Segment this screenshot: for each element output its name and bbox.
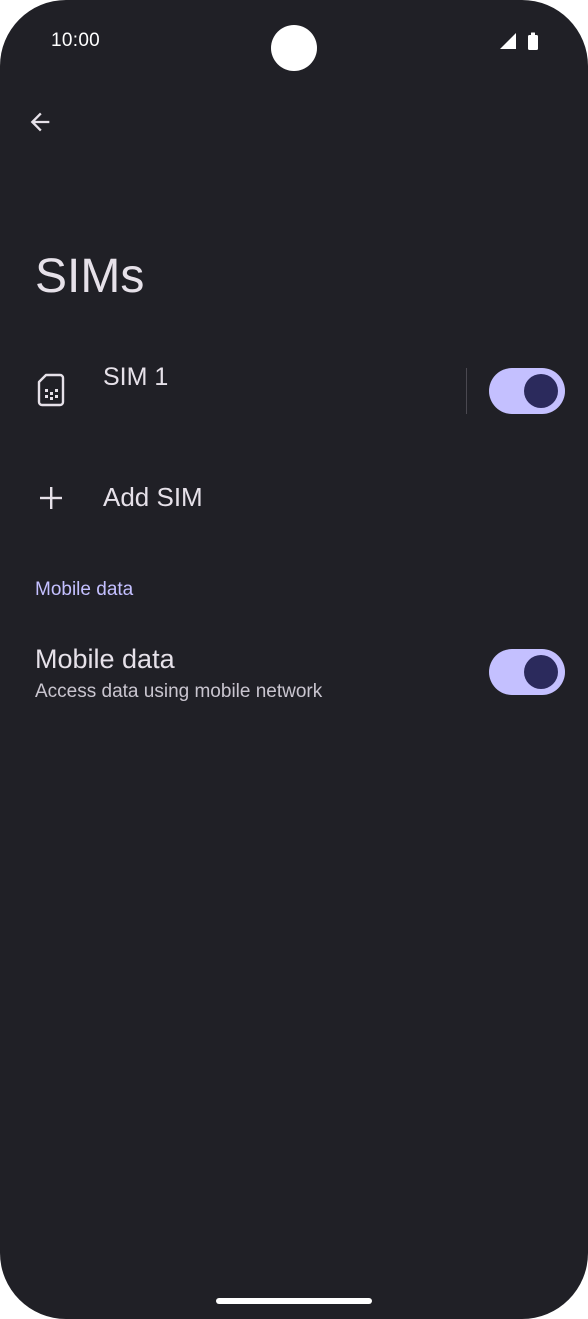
gesture-nav-handle[interactable] [216,1298,372,1304]
page-title: SIMs [35,250,145,303]
mobile-data-section-header: Mobile data [35,579,134,600]
toggle-thumb [524,655,558,689]
camera-cutout [271,25,317,71]
status-time: 10:00 [51,30,101,51]
back-button[interactable] [16,98,64,146]
toggle-thumb [524,374,558,408]
sim-list-item[interactable]: SIM 1 [0,350,588,434]
mobile-data-toggle-switch[interactable] [489,649,565,695]
sim-divider [466,368,467,414]
signal-icon [500,33,516,49]
plus-icon [40,487,62,509]
mobile-data-title: Mobile data [35,644,175,674]
mobile-data-list-item[interactable]: Mobile data Access data using mobile net… [0,630,588,718]
mobile-data-summary: Access data using mobile network [35,681,323,702]
sim-toggle-switch[interactable] [489,368,565,414]
sim-card-icon [37,373,65,407]
add-sim-label: Add SIM [103,482,203,512]
arrow-left-icon [30,112,50,132]
battery-icon [528,32,538,50]
status-icons [498,32,540,52]
add-sim-button[interactable]: Add SIM [0,468,588,530]
phone-screen: 10:00 SIMs SIM 1 Add SIM Mobile data Mob… [0,0,588,1319]
sim-label: SIM 1 [103,363,169,391]
